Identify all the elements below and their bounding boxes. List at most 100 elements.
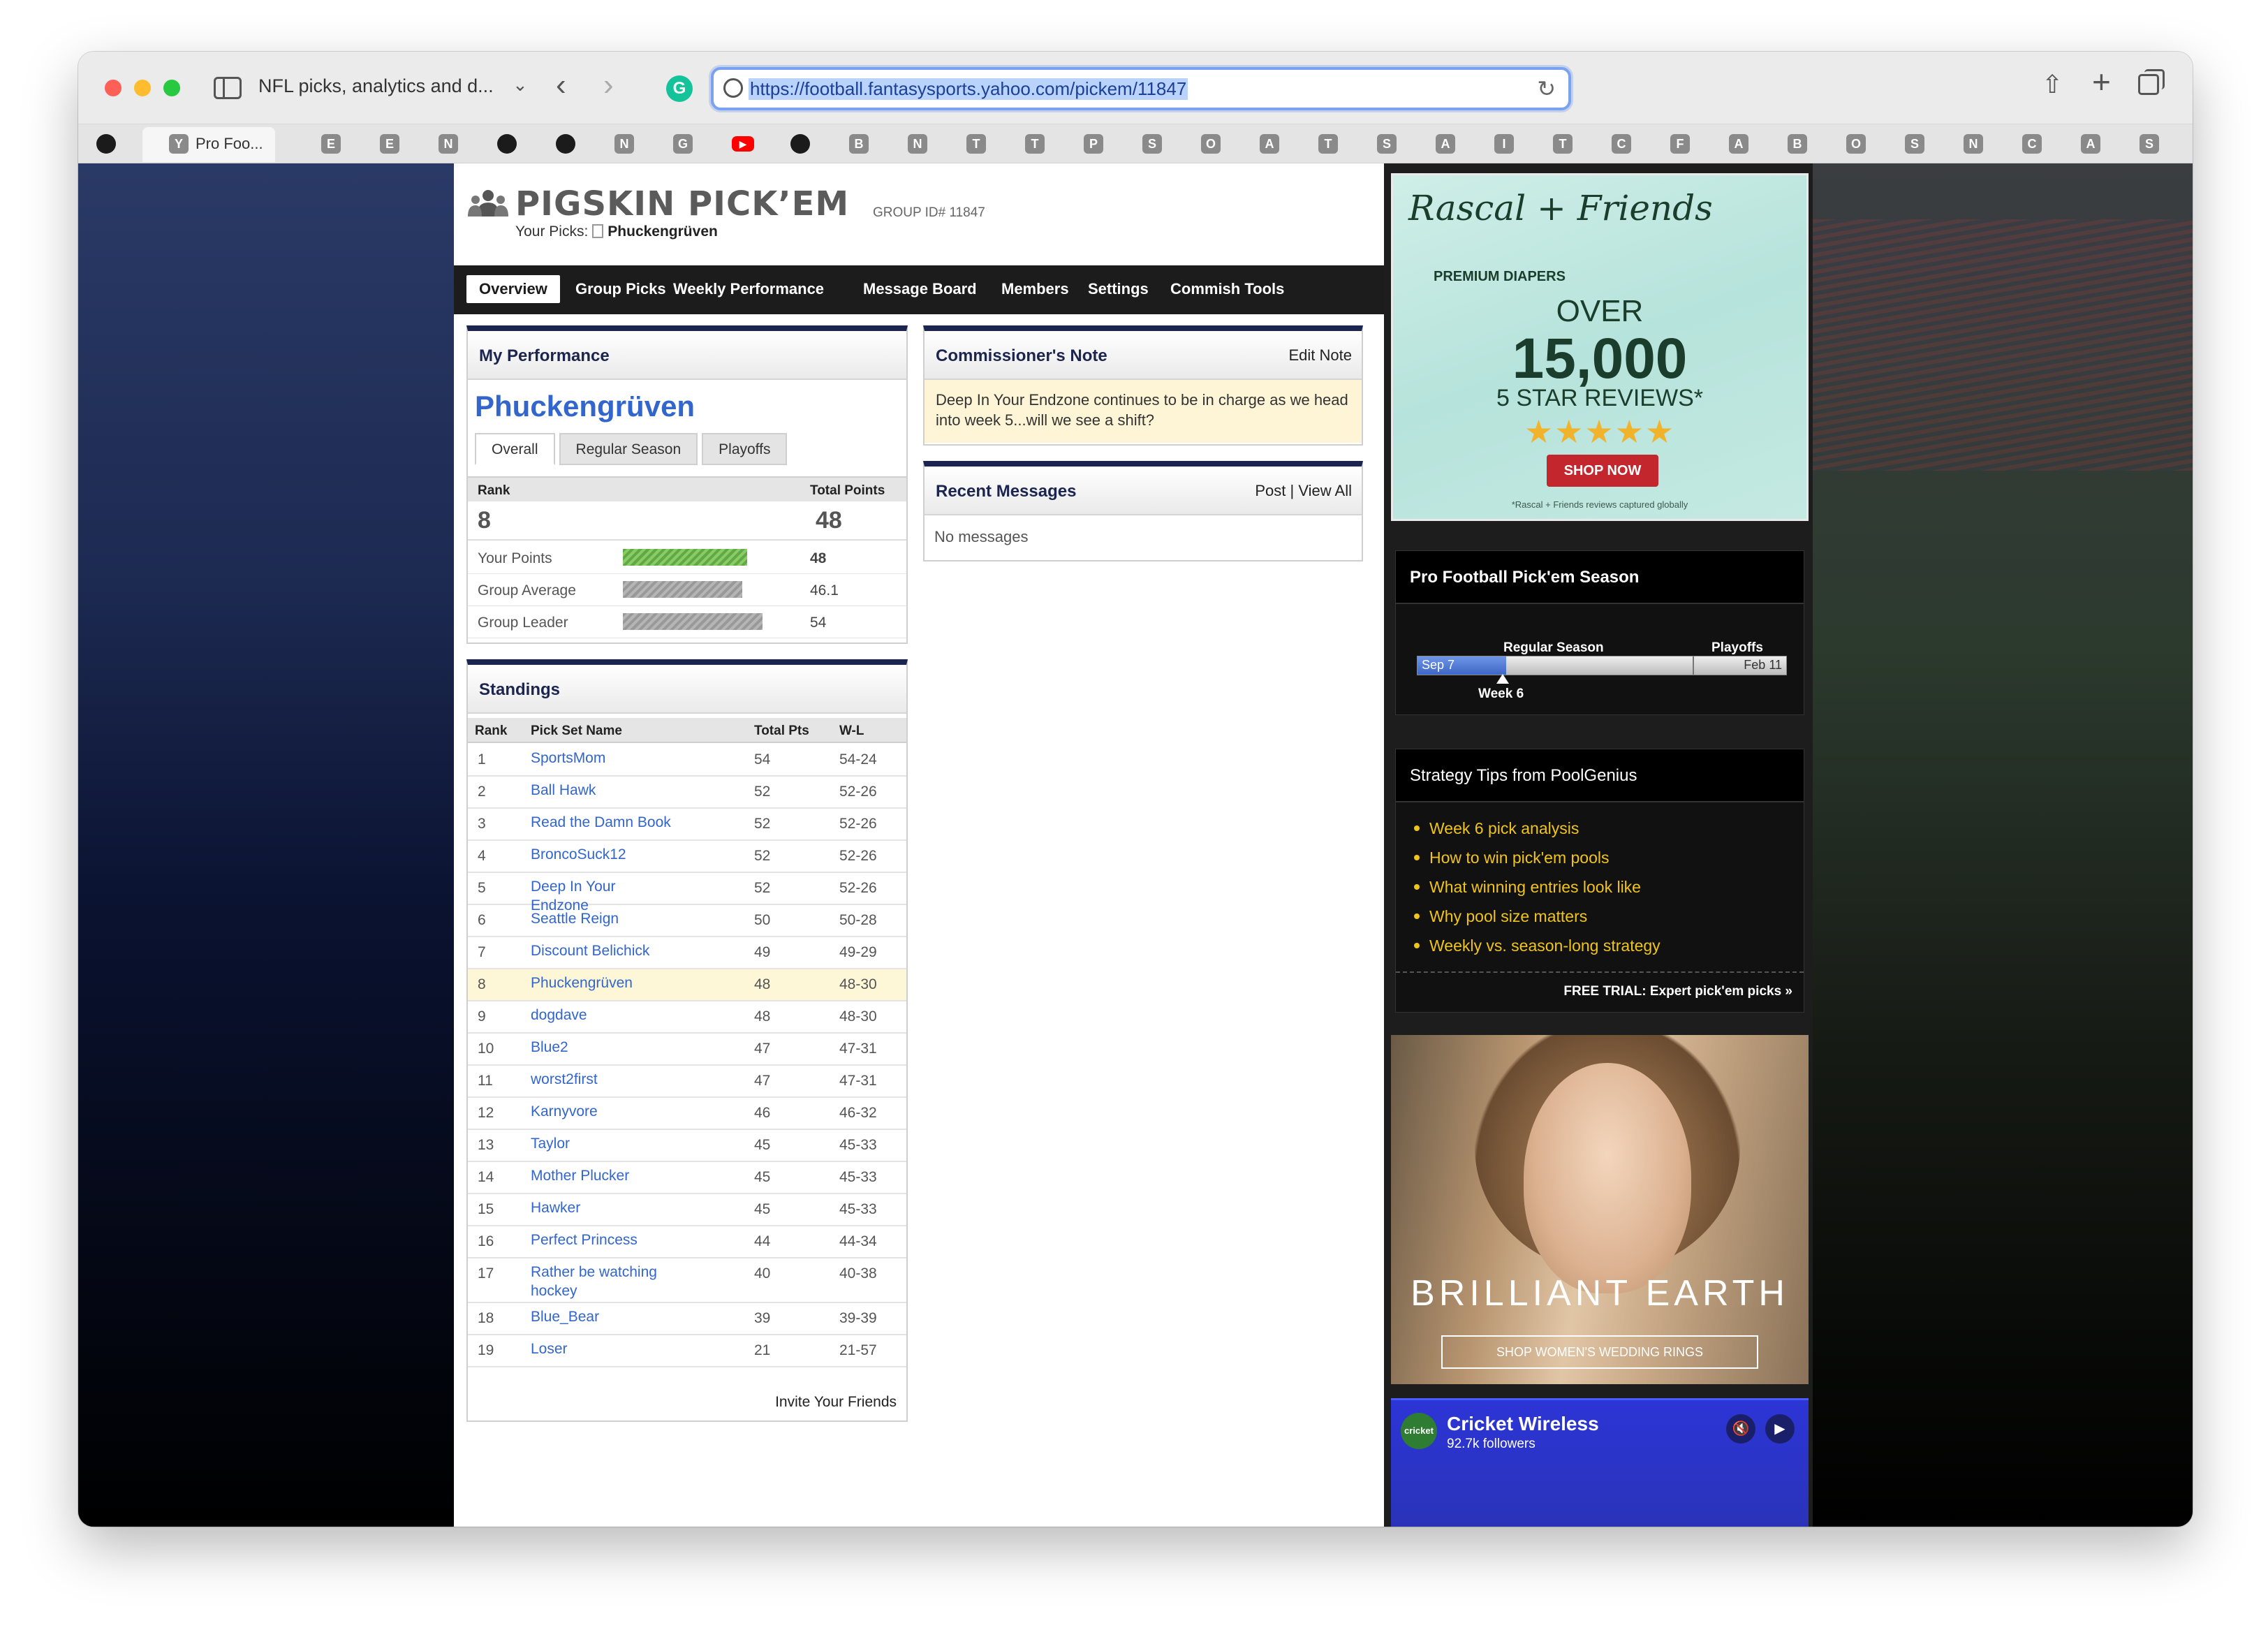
- view-all-link[interactable]: View All: [1298, 482, 1352, 499]
- pick-set-link[interactable]: BroncoSuck12: [531, 845, 677, 864]
- browser-tab[interactable]: T: [1553, 131, 1573, 156]
- browser-tab[interactable]: P: [1084, 131, 1103, 156]
- tip-link[interactable]: Why pool size matters: [1414, 902, 1660, 931]
- browser-tab[interactable]: [497, 131, 517, 156]
- pick-set-link[interactable]: Hawker: [531, 1198, 677, 1217]
- address-bar[interactable]: https://football.fantasysports.yahoo.com…: [711, 67, 1571, 110]
- browser-tab[interactable]: [96, 131, 116, 156]
- browser-tab[interactable]: N: [439, 131, 458, 156]
- zoom-window-button[interactable]: [163, 80, 180, 96]
- pick-set-link[interactable]: Perfect Princess: [531, 1231, 677, 1249]
- pick-set-link[interactable]: worst2first: [531, 1070, 677, 1089]
- free-trial-link[interactable]: FREE TRIAL: Expert pick'em picks »: [1396, 984, 1804, 999]
- tip-link[interactable]: Weekly vs. season-long strategy: [1414, 931, 1660, 960]
- back-arrow-icon[interactable]: ‹: [556, 70, 566, 101]
- browser-tab[interactable]: N: [908, 131, 927, 156]
- browser-tab[interactable]: Y Pro Foo...: [169, 131, 263, 156]
- tip-link[interactable]: What winning entries look like: [1414, 872, 1660, 902]
- browser-tab[interactable]: ▶: [732, 131, 754, 156]
- browser-tab[interactable]: E: [380, 131, 399, 156]
- pick-set-link[interactable]: SportsMom: [531, 749, 677, 768]
- browser-tab[interactable]: A: [1260, 131, 1279, 156]
- grammarly-extension-icon[interactable]: G: [666, 75, 693, 102]
- jewelry-ad[interactable]: BRILLIANT EARTH SHOP WOMEN'S WEDDING RIN…: [1391, 1035, 1809, 1384]
- browser-tab[interactable]: C: [2022, 131, 2042, 156]
- shop-rings-button[interactable]: SHOP WOMEN'S WEDDING RINGS: [1441, 1335, 1758, 1369]
- browser-tab[interactable]: S: [1142, 131, 1162, 156]
- site-title[interactable]: PIGSKIN PICK’EM: [515, 184, 849, 223]
- nav-settings[interactable]: Settings: [1075, 275, 1161, 303]
- browser-tab[interactable]: N: [614, 131, 634, 156]
- browser-tab[interactable]: T: [1318, 131, 1338, 156]
- diapers-ad[interactable]: Rascal + Friends PREMIUM DIAPERS OVER 15…: [1391, 173, 1809, 521]
- url-text[interactable]: https://football.fantasysports.yahoo.com…: [749, 78, 1188, 100]
- pick-set-link[interactable]: Rather be watching hockey: [531, 1263, 677, 1300]
- browser-tab[interactable]: G: [673, 131, 693, 156]
- reload-icon[interactable]: ↻: [1537, 75, 1556, 102]
- browser-tab[interactable]: I: [1494, 131, 1514, 156]
- nav-overview[interactable]: Overview: [466, 275, 560, 303]
- browser-tab[interactable]: S: [1905, 131, 1924, 156]
- mute-icon[interactable]: 🔇: [1726, 1414, 1755, 1444]
- pick-set-link[interactable]: Mother Plucker: [531, 1166, 677, 1185]
- your-picks-name[interactable]: Phuckengrüven: [608, 223, 718, 240]
- pick-set-link[interactable]: Taylor: [531, 1134, 677, 1153]
- favicon-icon: B: [849, 134, 869, 154]
- pick-set-link[interactable]: Karnyvore: [531, 1102, 677, 1121]
- browser-tab[interactable]: B: [1788, 131, 1807, 156]
- pick-set-link[interactable]: Seattle Reign: [531, 909, 677, 928]
- pick-set-link[interactable]: dogdave: [531, 1006, 677, 1025]
- invite-friends-link[interactable]: Invite Your Friends: [775, 1394, 897, 1411]
- video-ad[interactable]: cricket Cricket Wireless 92.7k followers…: [1391, 1398, 1809, 1527]
- browser-tab[interactable]: S: [1377, 131, 1397, 156]
- advertiser-name[interactable]: Cricket Wireless: [1447, 1413, 1599, 1435]
- close-window-button[interactable]: [105, 80, 122, 96]
- share-icon[interactable]: ⇧: [2042, 70, 2063, 99]
- play-icon[interactable]: ▶: [1765, 1414, 1795, 1444]
- nav-commish-tools[interactable]: Commish Tools: [1158, 275, 1297, 303]
- web-page: PIGSKIN PICK’EM GROUP ID# 11847 Your Pic…: [78, 163, 2193, 1527]
- pick-set-link[interactable]: Read the Damn Book: [531, 813, 677, 832]
- player-name[interactable]: Phuckengrüven: [475, 390, 695, 423]
- edit-note-link[interactable]: Edit Note: [1289, 346, 1353, 365]
- browser-tab[interactable]: A: [2081, 131, 2100, 156]
- tab-playoffs[interactable]: Playoffs: [702, 433, 788, 465]
- browser-tab[interactable]: E: [321, 131, 341, 156]
- browser-tab[interactable]: O: [1201, 131, 1221, 156]
- chevron-down-icon[interactable]: ⌄: [513, 74, 528, 96]
- browser-tab[interactable]: O: [1846, 131, 1866, 156]
- sidebar-toggle-icon[interactable]: [214, 77, 242, 99]
- browser-tab[interactable]: T: [1025, 131, 1045, 156]
- nav-weekly-performance[interactable]: Weekly Performance: [661, 275, 837, 303]
- forward-arrow-icon[interactable]: ›: [603, 70, 614, 101]
- browser-tab[interactable]: A: [1436, 131, 1455, 156]
- nav-members[interactable]: Members: [989, 275, 1082, 303]
- minimize-window-button[interactable]: [134, 80, 151, 96]
- tip-link[interactable]: Week 6 pick analysis: [1414, 814, 1660, 843]
- browser-tab[interactable]: N: [1964, 131, 1983, 156]
- tab-overview-icon[interactable]: [2138, 69, 2165, 95]
- pick-set-link[interactable]: Loser: [531, 1339, 677, 1358]
- browser-tab[interactable]: B: [849, 131, 869, 156]
- tab-regular-season[interactable]: Regular Season: [559, 433, 698, 465]
- pick-set-link[interactable]: Blue2: [531, 1038, 677, 1057]
- nav-message-board[interactable]: Message Board: [850, 275, 989, 303]
- browser-tab[interactable]: T: [966, 131, 986, 156]
- new-tab-icon[interactable]: +: [2092, 66, 2111, 98]
- browser-tab[interactable]: F: [1670, 131, 1690, 156]
- browser-tab[interactable]: C: [1612, 131, 1631, 156]
- browser-tab[interactable]: [790, 131, 810, 156]
- pick-set-link[interactable]: Blue_Bear: [531, 1307, 677, 1326]
- pick-set-link[interactable]: Discount Belichick: [531, 941, 677, 960]
- browser-tab[interactable]: A: [1729, 131, 1748, 156]
- tip-link[interactable]: How to win pick'em pools: [1414, 843, 1660, 872]
- window-title[interactable]: NFL picks, analytics and d...: [258, 75, 494, 97]
- tab-overall[interactable]: Overall: [475, 433, 555, 465]
- pick-set-link[interactable]: Ball Hawk: [531, 781, 677, 800]
- post-link[interactable]: Post: [1255, 482, 1286, 499]
- season-heading: Pro Football Pick'em Season: [1396, 551, 1804, 604]
- pick-set-link[interactable]: Phuckengrüven: [531, 974, 677, 992]
- browser-tab[interactable]: S: [2140, 131, 2159, 156]
- browser-tab[interactable]: [556, 131, 575, 156]
- shop-now-button[interactable]: SHOP NOW: [1547, 455, 1658, 487]
